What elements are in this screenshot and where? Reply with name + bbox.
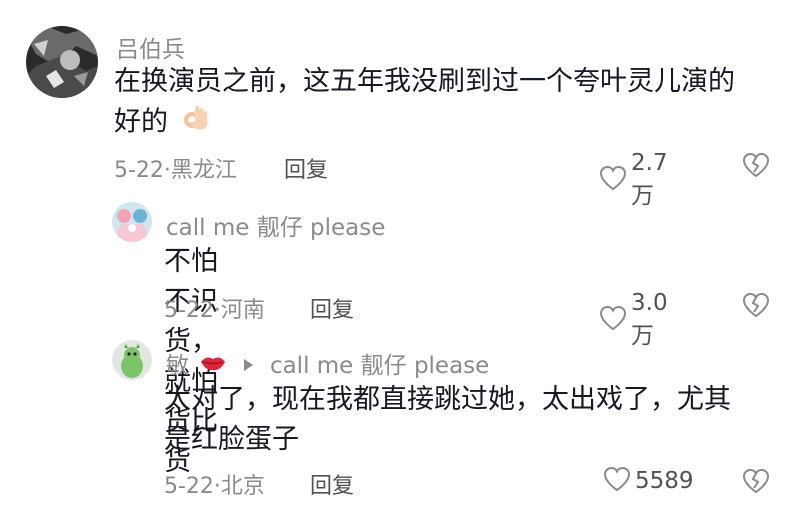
comment-text: 太对了，现在我都直接跳过她，太出戏了，尤其 是红脸蛋子 bbox=[164, 380, 774, 460]
heart-icon bbox=[603, 466, 631, 496]
comment-text-line: 好的 bbox=[114, 102, 774, 144]
avatar[interactable] bbox=[26, 26, 98, 98]
broken-heart-icon bbox=[742, 468, 770, 494]
comment-text-line: 在换演员之前，这五年我没刷到过一个夸叶灵儿演的 bbox=[114, 66, 735, 97]
avatar[interactable] bbox=[112, 202, 152, 242]
lips-icon bbox=[200, 352, 226, 378]
ok-hand-icon bbox=[181, 102, 211, 144]
like-count: 2.7万 bbox=[631, 150, 668, 209]
date-location: 5-22·黑龙江 bbox=[114, 158, 237, 183]
reply-arrow-icon bbox=[243, 358, 253, 371]
like-button[interactable]: 2.7万 bbox=[599, 150, 668, 210]
reply-button[interactable]: 回复 bbox=[284, 152, 328, 184]
comment-text: 在换演员之前，这五年我没刷到过一个夸叶灵儿演的 好的 bbox=[114, 62, 774, 144]
dislike-button[interactable] bbox=[742, 292, 770, 322]
username[interactable]: 敏 bbox=[166, 353, 189, 379]
avatar[interactable] bbox=[112, 340, 152, 380]
comment-text-line-2: 好的 bbox=[114, 106, 168, 138]
broken-heart-icon bbox=[742, 152, 770, 178]
like-button[interactable]: 5589 bbox=[603, 466, 694, 496]
reply-header: 敏 call me 靓仔 please bbox=[166, 346, 489, 380]
like-count: 3.0万 bbox=[631, 290, 668, 349]
reply-button[interactable]: 回复 bbox=[310, 292, 354, 324]
like-count: 5589 bbox=[635, 468, 694, 494]
username[interactable]: 吕伯兵 bbox=[116, 30, 185, 64]
reply-button[interactable]: 回复 bbox=[310, 468, 354, 500]
heart-icon bbox=[599, 165, 627, 195]
comment-text-line: 是红脸蛋子 bbox=[164, 424, 299, 455]
date-location: 5-22·河南 bbox=[164, 298, 265, 323]
comment-text-line: 太对了，现在我都直接跳过她，太出戏了，尤其 bbox=[164, 384, 731, 415]
broken-heart-icon bbox=[742, 292, 770, 318]
dislike-button[interactable] bbox=[742, 468, 770, 498]
heart-icon bbox=[599, 305, 627, 335]
like-button[interactable]: 3.0万 bbox=[599, 290, 668, 350]
date-location: 5-22·北京 bbox=[164, 474, 265, 499]
dislike-button[interactable] bbox=[742, 152, 770, 182]
username[interactable]: call me 靓仔 please bbox=[166, 208, 385, 242]
reply-to-username[interactable]: call me 靓仔 please bbox=[270, 353, 489, 379]
